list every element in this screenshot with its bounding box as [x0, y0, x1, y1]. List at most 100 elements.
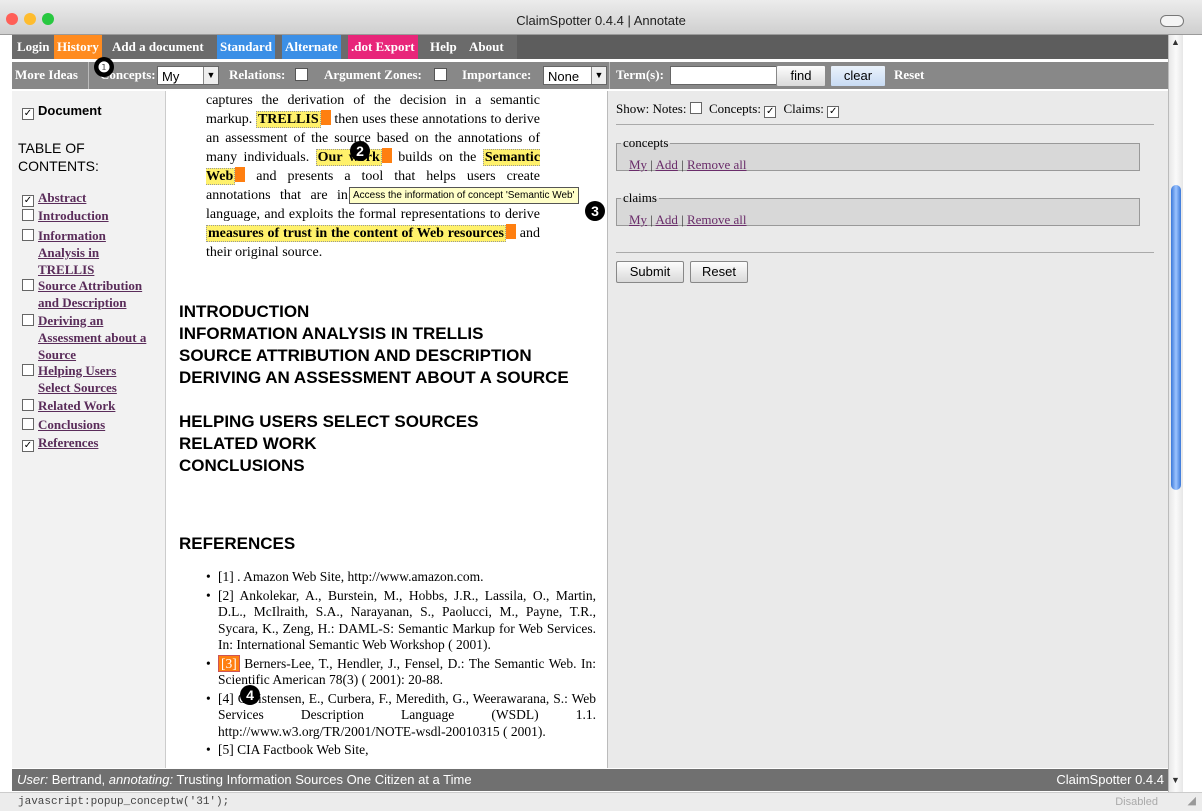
argument-zones-checkbox[interactable]	[434, 68, 447, 81]
toc-item-source-attribution[interactable]: Source Attribution and Description	[22, 277, 156, 311]
section-heading: HELPING USERS SELECT SOURCES	[179, 412, 479, 431]
show-concepts-checkbox[interactable]: ✓	[764, 106, 777, 118]
window-title: ClaimSpotter 0.4.4 | Annotate	[516, 13, 686, 28]
claims-remove-all-link[interactable]: Remove all	[687, 212, 747, 227]
concepts-select-value: My	[162, 69, 180, 84]
menu-login[interactable]: Login	[14, 35, 53, 59]
relations-label: Relations:	[229, 67, 286, 82]
concepts-fieldset: concepts My | Add | Remove all	[616, 135, 1140, 172]
toc-link[interactable]: Introduction	[38, 208, 109, 223]
notes-checkbox[interactable]	[689, 102, 702, 114]
callout-3: 3	[585, 201, 605, 221]
toc-item-related-work[interactable]: Related Work	[22, 397, 115, 414]
toc-checkbox[interactable]	[22, 229, 34, 241]
toc-checkbox[interactable]	[22, 399, 34, 411]
toc-item-references[interactable]: ✓ References	[22, 434, 98, 452]
menu-standard[interactable]: Standard	[217, 35, 276, 59]
concepts-select[interactable]: My ▼	[157, 66, 219, 85]
annotation-marker[interactable]	[320, 110, 331, 125]
terms-input[interactable]	[670, 66, 780, 85]
toc-link[interactable]: Helping Users Select Sources	[38, 363, 117, 395]
relations-checkbox[interactable]	[295, 68, 308, 81]
toc-checkbox[interactable]: ✓	[22, 440, 34, 452]
toc-link[interactable]: Deriving an Assessment about a Source	[38, 313, 146, 362]
toc-link[interactable]: Information Analysis in TRELLIS	[38, 228, 106, 277]
list-item: [1] . Amazon Web Site, http://www.amazon…	[218, 569, 596, 586]
resize-grip-icon[interactable]: ◢	[1188, 793, 1196, 811]
toc-checkbox[interactable]	[22, 364, 34, 376]
find-button[interactable]: find	[776, 65, 826, 87]
claim-highlight-our-work[interactable]: Our work	[315, 149, 382, 166]
submit-button[interactable]: Submit	[616, 261, 684, 283]
references-heading: REFERENCES	[179, 534, 296, 553]
document-toggle[interactable]: ✓ Document	[22, 102, 102, 120]
claim-highlight-trellis[interactable]: TRELLIS	[255, 111, 321, 128]
table-of-contents-panel: ✓ Document TABLE OF CONTENTS: ✓ Abstract I…	[12, 91, 166, 768]
annotation-marker[interactable]	[506, 224, 516, 239]
toc-item-information-analysis[interactable]: Information Analysis in TRELLIS	[22, 227, 142, 278]
status-user-info: User: Bertrand, annotating: Trusting Inf…	[17, 769, 472, 791]
menu-history[interactable]: History	[54, 35, 102, 59]
citation-marker-3[interactable]: [3]	[218, 654, 240, 672]
toc-item-helping-users[interactable]: Helping Users Select Sources	[22, 362, 156, 396]
menu-bar-filler	[517, 35, 1168, 59]
toc-item-conclusions[interactable]: Conclusions	[22, 416, 105, 433]
toc-checkbox[interactable]: ✓	[22, 195, 34, 207]
callout-4: 4	[240, 685, 260, 705]
toc-item-introduction[interactable]: Introduction	[22, 207, 109, 224]
section-heading: SOURCE ATTRIBUTION AND DESCRIPTION	[179, 346, 532, 365]
importance-select-value: None	[548, 69, 580, 84]
scroll-up-arrow-icon[interactable]: ▲	[1171, 37, 1180, 47]
annotation-panel: Show: Notes: Concepts: ✓ Claims: ✓ conce…	[608, 91, 1168, 768]
link-target: javascript:popup_conceptw('31');	[18, 796, 230, 808]
section-heading: CONCLUSIONS	[179, 456, 305, 475]
toc-link[interactable]: Source Attribution and Description	[38, 278, 142, 310]
divider	[616, 252, 1154, 253]
claim-highlight-measures-of-trust[interactable]: measures of trust in the content of Web …	[206, 225, 506, 242]
menu-help[interactable]: Help	[427, 35, 460, 59]
claims-my-link[interactable]: My	[629, 212, 647, 227]
toc-checkbox[interactable]	[22, 209, 34, 221]
show-claims-checkbox[interactable]: ✓	[827, 106, 840, 118]
menu-alternate[interactable]: Alternate	[282, 35, 341, 59]
list-item: [3] Berners-Lee, T., Hendler, J., Fensel…	[218, 654, 596, 689]
annotation-marker[interactable]	[381, 148, 392, 163]
concepts-remove-all-link[interactable]: Remove all	[687, 157, 747, 172]
toc-item-abstract[interactable]: ✓ Abstract	[22, 189, 86, 207]
document-checkbox[interactable]: ✓	[22, 108, 34, 120]
importance-select[interactable]: None ▼	[543, 66, 607, 85]
claims-fieldset: claims My | Add | Remove all	[616, 190, 1140, 227]
toc-link[interactable]: Conclusions	[38, 417, 105, 432]
toc-checkbox[interactable]	[22, 418, 34, 430]
claims-add-link[interactable]: Add	[655, 212, 677, 227]
toc-checkbox[interactable]	[22, 314, 34, 326]
abstract-paragraph: captures the derivation of the decision …	[206, 91, 541, 262]
more-ideas-link[interactable]: More Ideas	[15, 67, 78, 83]
toolbar-toggle-button[interactable]	[1160, 15, 1184, 27]
toc-link[interactable]: Abstract	[38, 190, 86, 205]
clear-button[interactable]: clear	[830, 65, 886, 87]
divider	[616, 124, 1154, 125]
toolbar-reset-link[interactable]: Reset	[894, 67, 924, 83]
menu-dot-export[interactable]: .dot Export	[348, 35, 418, 59]
scroll-down-arrow-icon[interactable]: ▼	[1171, 775, 1180, 785]
menu-about[interactable]: About	[466, 35, 507, 59]
window-titlebar: ClaimSpotter 0.4.4 | Annotate	[0, 0, 1202, 35]
scrollbar-thumb[interactable]	[1171, 185, 1181, 490]
terms-label: Term(s):	[616, 67, 664, 82]
list-item: [2] Ankolekar, A., Burstein, M., Hobbs, …	[218, 588, 596, 654]
concepts-add-link[interactable]: Add	[655, 157, 677, 172]
vertical-scrollbar[interactable]: ▲ ▼	[1168, 35, 1183, 793]
toc-link[interactable]: Related Work	[38, 398, 115, 413]
toc-item-deriving-assessment[interactable]: Deriving an Assessment about a Source	[22, 312, 156, 363]
references-list: [1] . Amazon Web Site, http://www.amazon…	[218, 569, 596, 761]
annotation-marker[interactable]	[235, 167, 246, 182]
show-claims-label: Claims:	[783, 101, 824, 116]
reset-button[interactable]: Reset	[690, 261, 748, 283]
toc-checkbox[interactable]	[22, 279, 34, 291]
concepts-my-link[interactable]: My	[629, 157, 647, 172]
toc-link[interactable]: References	[38, 435, 98, 450]
toolbar-divider	[609, 62, 610, 89]
menu-add-document[interactable]: Add a document	[109, 35, 207, 59]
concepts-actions: My | Add | Remove all	[629, 157, 747, 172]
